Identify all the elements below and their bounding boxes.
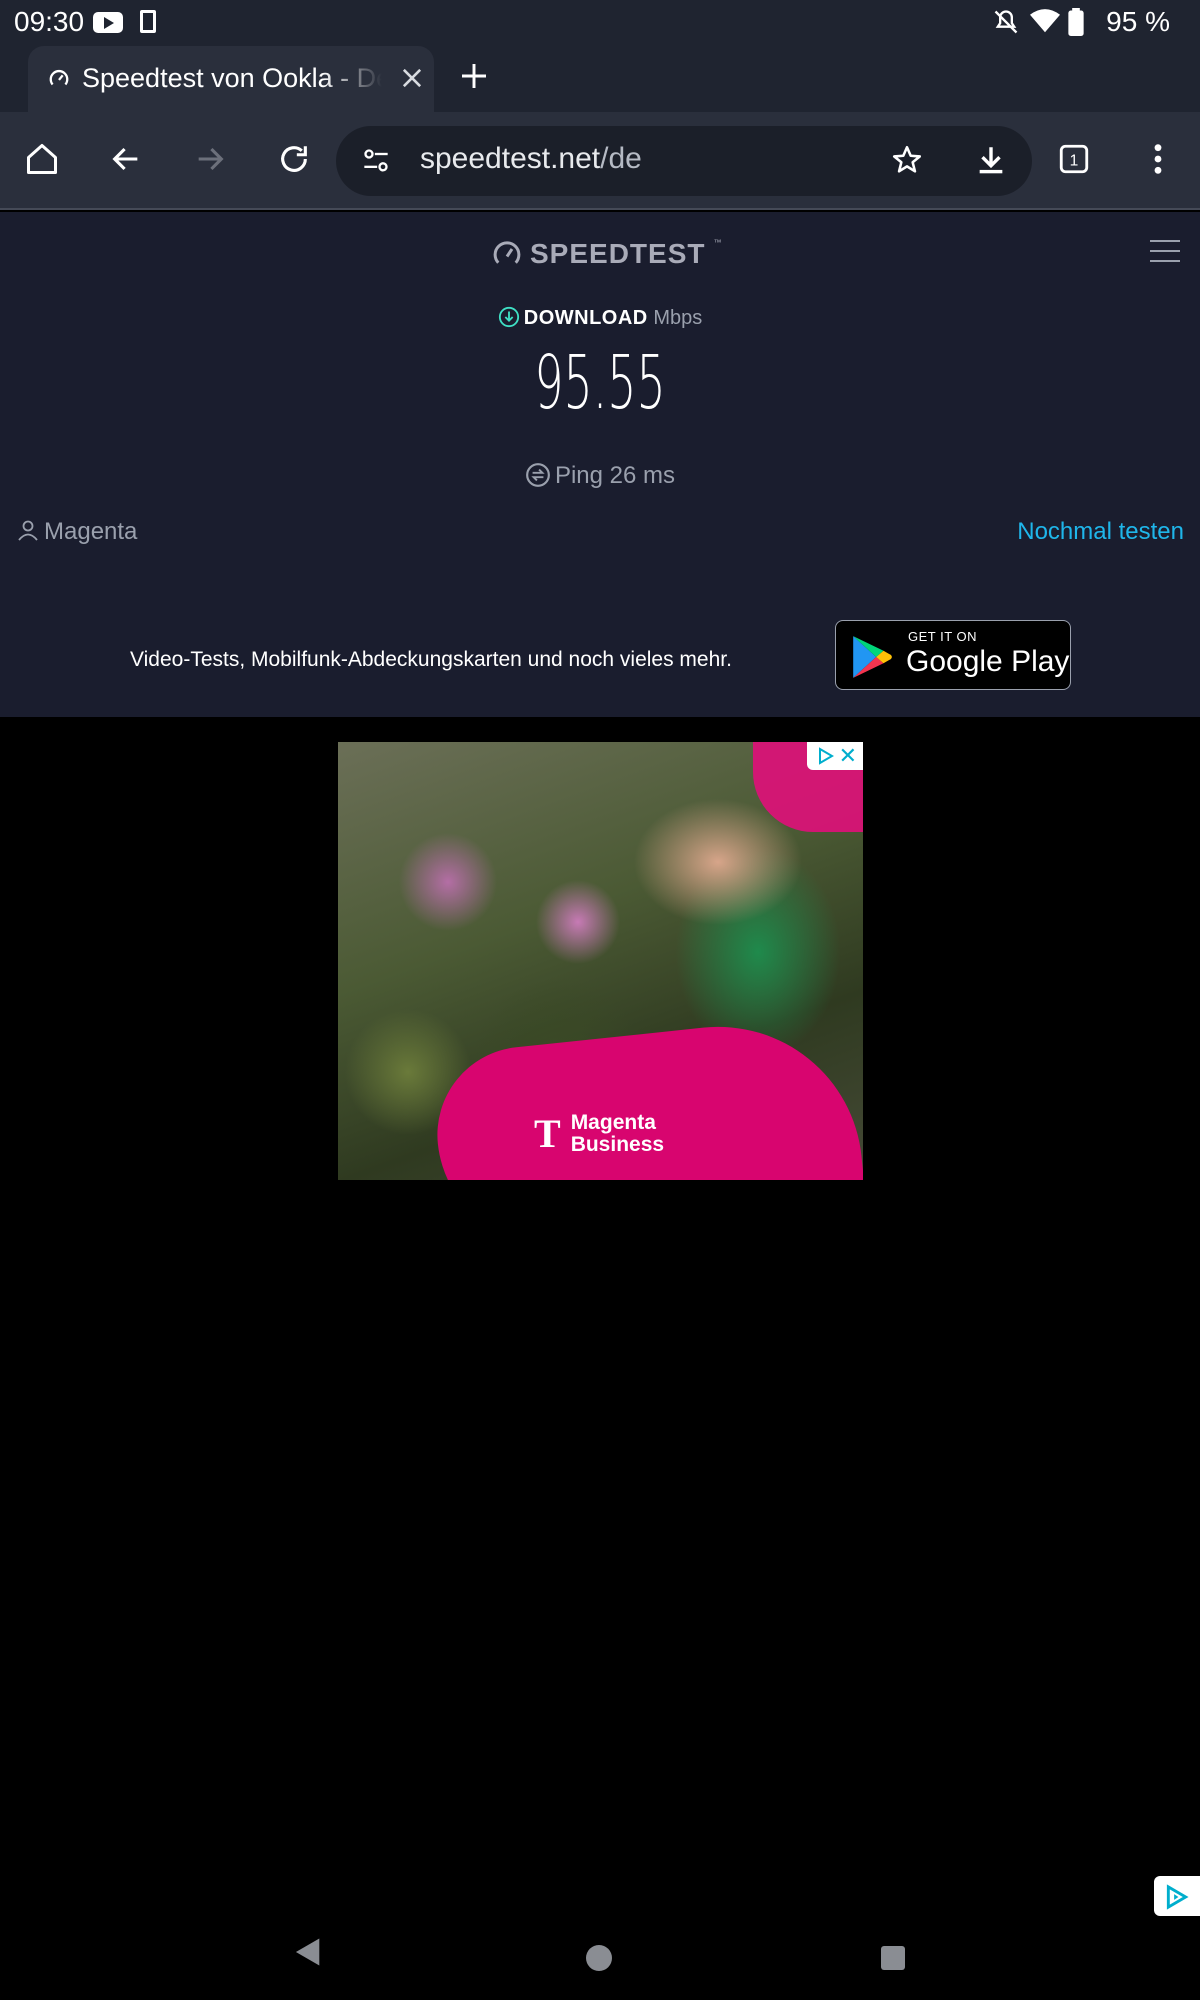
tune-icon[interactable] xyxy=(362,148,390,174)
promo-text: Video-Tests, Mobilfunk-Abdeckungskarten … xyxy=(130,648,732,671)
gplay-big-text: Google Play xyxy=(906,645,1070,678)
download-unit: Mbps xyxy=(653,307,703,329)
bell-off-icon xyxy=(994,10,1018,34)
retest-link[interactable]: Nochmal testen xyxy=(1017,518,1184,546)
status-time: 09:30 xyxy=(14,6,85,37)
ping-icon xyxy=(526,463,550,487)
back-icon xyxy=(112,147,138,171)
google-play-badge[interactable]: GET IT ON Google Play xyxy=(835,620,1071,690)
favicon-icon xyxy=(49,69,69,86)
ad-brand-mark: T xyxy=(534,1111,561,1156)
url-host: speedtest.net xyxy=(420,142,601,175)
back-button[interactable] xyxy=(104,137,148,181)
ad-close-icon[interactable]: ✕ xyxy=(839,744,857,768)
isp-provider: Magenta xyxy=(16,518,137,546)
tab-switcher-icon: 1 xyxy=(1059,144,1089,174)
url-path: /de xyxy=(600,142,642,175)
youtube-icon xyxy=(93,12,123,33)
adchoices-icon xyxy=(819,747,834,765)
close-icon[interactable] xyxy=(398,64,426,92)
speedtest-logo[interactable]: SPEEDTEST ™ xyxy=(492,238,721,270)
adchoices-button[interactable]: ✕ xyxy=(807,742,863,770)
isp-name: Magenta xyxy=(44,518,138,545)
star-icon[interactable] xyxy=(890,143,924,177)
nav-back-icon[interactable] xyxy=(292,1936,322,1968)
ad-brand-line2: Business xyxy=(570,1132,665,1156)
ping-row: Ping 26 ms xyxy=(0,462,1200,490)
forward-button[interactable] xyxy=(188,137,232,181)
plus-icon[interactable] xyxy=(458,60,490,92)
download-speed-value: 95.55 xyxy=(534,340,666,426)
tabs-count: 1 xyxy=(1070,152,1079,169)
hamburger-icon[interactable] xyxy=(1150,240,1180,264)
tab-strip: Speedtest von Ookla - Der umfassende Tes… xyxy=(0,44,1200,112)
tab-switcher-button[interactable]: 1 xyxy=(1052,137,1096,181)
menu-button[interactable] xyxy=(1136,137,1180,181)
menu-dots-icon xyxy=(1154,144,1162,174)
download-label: DOWNLOAD xyxy=(523,307,648,329)
status-bar: 09:30 95 % xyxy=(0,0,1200,44)
reload-button[interactable] xyxy=(272,137,316,181)
download-heading: DOWNLOAD Mbps xyxy=(0,306,1200,330)
address-bar[interactable]: speedtest.net/de xyxy=(336,126,1032,196)
tab-title: Speedtest von Ookla - Der umfassende Tes… xyxy=(82,63,382,93)
logo-text: SPEEDTEST xyxy=(530,238,706,269)
ad-brand-logo: T Magenta Business xyxy=(534,1110,664,1157)
sim-icon xyxy=(140,10,156,33)
reload-icon xyxy=(281,146,307,172)
person-icon xyxy=(18,520,38,541)
url-text: speedtest.net/de xyxy=(420,142,642,176)
gauge-icon xyxy=(493,241,521,264)
nav-recents-icon[interactable] xyxy=(881,1946,905,1970)
browser-toolbar: speedtest.net/de 1 xyxy=(0,112,1200,210)
download-arrow-icon xyxy=(498,306,519,328)
system-navigation-bar xyxy=(0,1920,1200,2000)
home-icon xyxy=(27,144,57,174)
ad-brand-line1: Magenta xyxy=(570,1110,656,1134)
speedtest-result-panel: SPEEDTEST ™ DOWNLOAD Mbps 95.55 Ping 26 … xyxy=(0,212,1200,717)
battery-icon xyxy=(1068,8,1084,36)
wifi-icon xyxy=(1030,9,1060,33)
trademark-mark: ™ xyxy=(713,238,722,247)
adchoices-icon xyxy=(1166,1884,1189,1910)
gplay-small-text: GET IT ON xyxy=(908,629,978,644)
forward-icon xyxy=(198,147,224,171)
advertisement-banner[interactable]: T Magenta Business ✕ xyxy=(338,742,863,1180)
adchoices-corner-button[interactable] xyxy=(1154,1876,1200,1916)
battery-percent: 95 % xyxy=(1106,6,1170,37)
home-button[interactable] xyxy=(20,137,64,181)
tab-speedtest[interactable]: Speedtest von Ookla - Der umfassende Tes… xyxy=(28,46,434,112)
nav-home-icon[interactable] xyxy=(586,1945,612,1971)
download-icon[interactable] xyxy=(974,143,1008,177)
play-store-icon xyxy=(853,636,892,678)
ping-text: Ping 26 ms xyxy=(554,462,676,489)
